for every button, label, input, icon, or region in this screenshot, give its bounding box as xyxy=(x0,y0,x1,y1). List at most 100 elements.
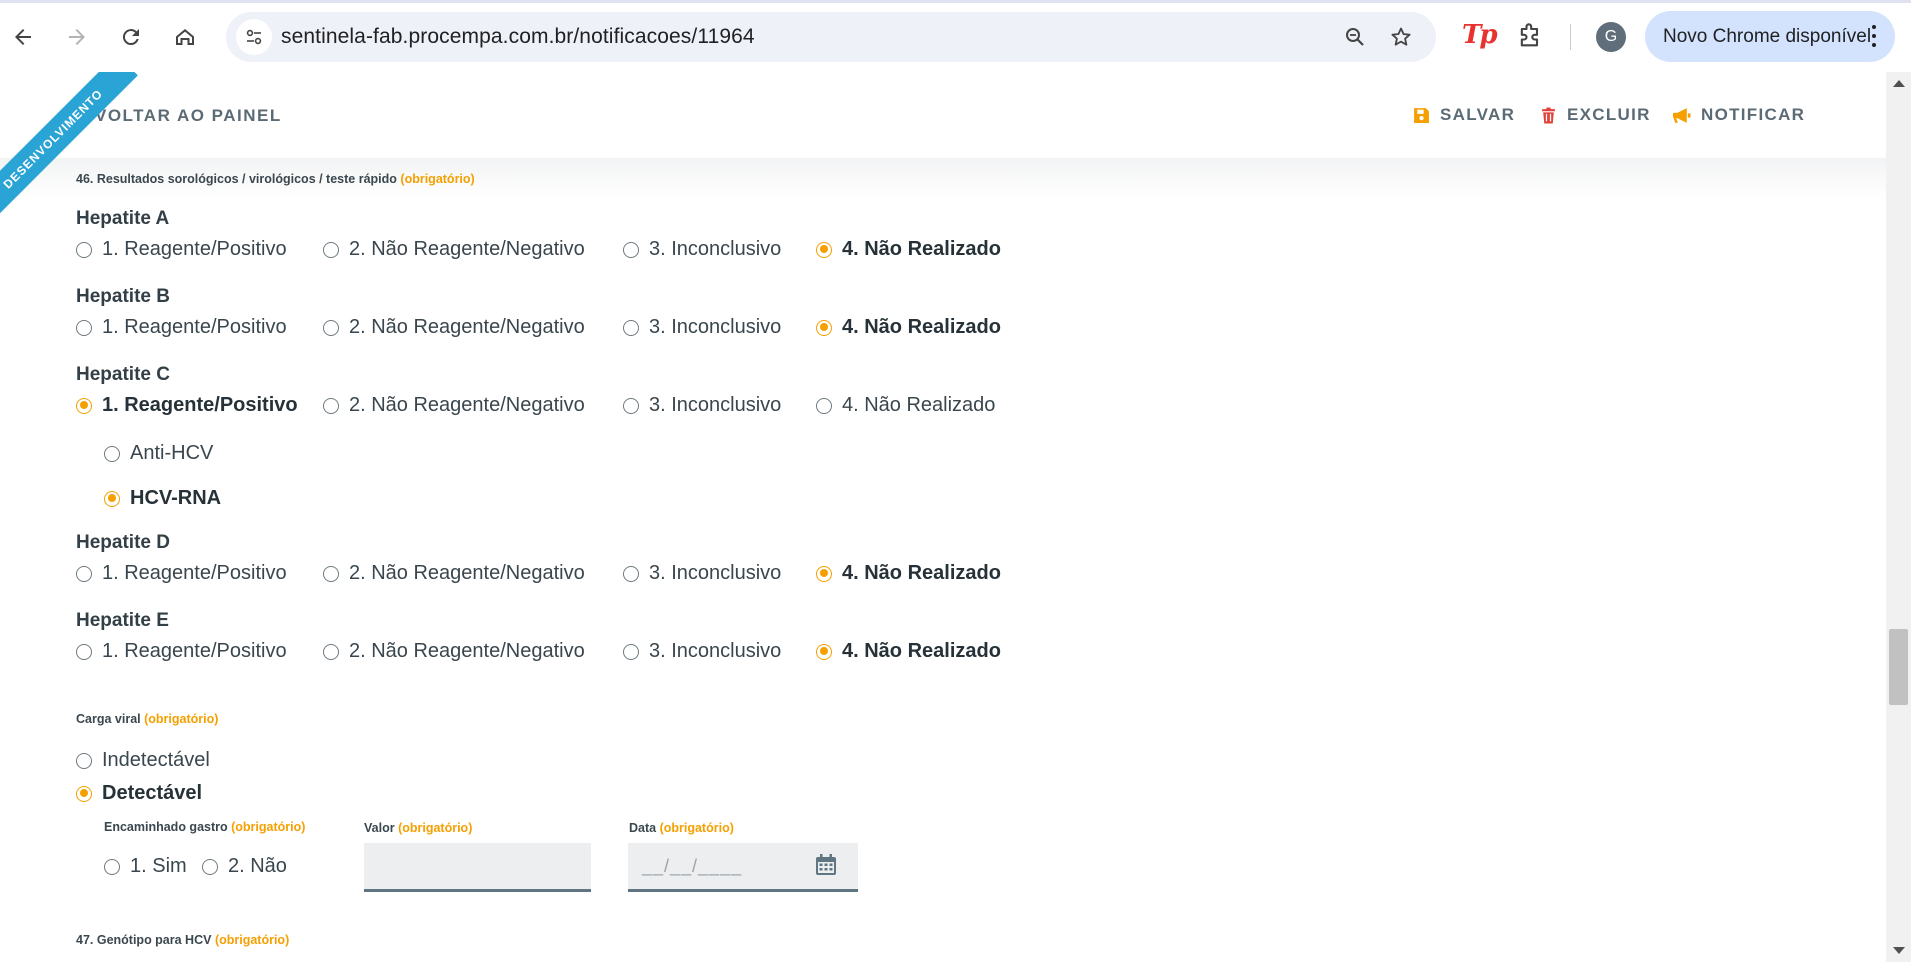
radio-hepatite-a-inconclusivo[interactable]: 3. Inconclusivo xyxy=(623,238,781,261)
radio-circle[interactable] xyxy=(104,490,120,507)
radio-label: 4. Não Realizado xyxy=(842,316,1001,338)
extensions-puzzle-icon[interactable] xyxy=(1516,22,1546,52)
date-label: Data xyxy=(629,821,657,835)
radio-hepatite-e-reagente-positivo[interactable]: 1. Reagente/Positivo xyxy=(76,640,287,663)
radio-label: 3. Inconclusivo xyxy=(649,640,782,662)
radio-circle[interactable] xyxy=(104,858,120,875)
radio-hepatite-a-nao-realizado[interactable]: 4. Não Realizado xyxy=(816,238,1001,261)
radio-label: 1. Reagente/Positivo xyxy=(102,562,287,584)
radio-circle[interactable] xyxy=(323,565,339,582)
profile-avatar[interactable]: G xyxy=(1596,22,1626,52)
save-button[interactable]: SALVAR xyxy=(1413,105,1515,125)
radio-circle[interactable] xyxy=(623,319,639,336)
bookmark-star-icon[interactable] xyxy=(1386,22,1416,52)
required-tag: (obrigatório) xyxy=(144,712,219,726)
zoom-icon[interactable] xyxy=(1340,22,1370,52)
radio-circle[interactable] xyxy=(323,643,339,660)
radio-circle[interactable] xyxy=(323,319,339,336)
scrollbar-thumb[interactable] xyxy=(1889,629,1908,705)
radio-circle[interactable] xyxy=(323,241,339,258)
radio-label: 2. Não Reagente/Negativo xyxy=(349,562,585,584)
radio-label: Indetectável xyxy=(102,749,210,771)
radio-label: 1. Reagente/Positivo xyxy=(102,394,298,416)
radio-label: 3. Inconclusivo xyxy=(649,316,782,338)
radio-circle[interactable] xyxy=(623,397,639,414)
url-text[interactable]: sentinela-fab.procempa.com.br/notificaco… xyxy=(281,25,755,49)
browser-toolbar: sentinela-fab.procempa.com.br/notificaco… xyxy=(0,0,1911,73)
radio-circle[interactable] xyxy=(623,565,639,582)
radio-gastro-nao[interactable]: 2. Não xyxy=(202,855,287,878)
forward-arrow-icon[interactable] xyxy=(58,18,96,56)
radio-label: 1. Reagente/Positivo xyxy=(102,640,287,662)
radio-circle[interactable] xyxy=(76,241,92,258)
radio-circle[interactable] xyxy=(76,785,92,802)
viral-load-title: Carga viral (obrigatório) xyxy=(76,712,218,726)
radio-hepatite-b-reagente-positivo[interactable]: 1. Reagente/Positivo xyxy=(76,316,287,339)
radio-circle[interactable] xyxy=(816,397,832,414)
megaphone-icon xyxy=(1673,107,1691,123)
radio-indetectavel[interactable]: Indetectável xyxy=(76,749,210,772)
radio-hepatite-b-inconclusivo[interactable]: 3. Inconclusivo xyxy=(623,316,781,339)
value-input[interactable] xyxy=(364,843,591,892)
radio-hcv-rna[interactable]: HCV-RNA xyxy=(104,487,221,510)
radio-circle[interactable] xyxy=(76,752,92,769)
notification-page: VOLTAR AO PAINEL SALVAR EXCLUIR NOTIFICA… xyxy=(0,72,1886,962)
delete-button[interactable]: EXCLUIR xyxy=(1540,105,1651,125)
radio-hepatite-d-nao-reagente-negativo[interactable]: 2. Não Reagente/Negativo xyxy=(323,562,585,585)
save-label: SALVAR xyxy=(1440,105,1516,124)
radio-label: 2. Não Reagente/Negativo xyxy=(349,640,585,662)
radio-circle[interactable] xyxy=(623,643,639,660)
radio-gastro-sim[interactable]: 1. Sim xyxy=(104,855,187,878)
radio-circle[interactable] xyxy=(623,241,639,258)
radio-label: 2. Não Reagente/Negativo xyxy=(349,238,585,260)
back-to-panel-link[interactable]: VOLTAR AO PAINEL xyxy=(95,106,282,126)
radio-circle[interactable] xyxy=(816,241,832,258)
radio-hepatite-e-inconclusivo[interactable]: 3. Inconclusivo xyxy=(623,640,781,663)
radio-circle[interactable] xyxy=(76,643,92,660)
radio-circle[interactable] xyxy=(323,397,339,414)
radio-circle[interactable] xyxy=(816,643,832,660)
radio-hepatite-c-nao-reagente-negativo[interactable]: 2. Não Reagente/Negativo xyxy=(323,394,585,417)
chrome-update-button[interactable]: Novo Chrome disponível xyxy=(1645,11,1895,62)
radio-label: 3. Inconclusivo xyxy=(649,562,782,584)
scroll-up-arrow-icon[interactable] xyxy=(1893,80,1905,87)
radio-label: Detectável xyxy=(102,782,203,804)
address-bar[interactable]: sentinela-fab.procempa.com.br/notificaco… xyxy=(226,12,1436,62)
more-menu-icon[interactable] xyxy=(1871,25,1877,49)
radio-circle[interactable] xyxy=(76,397,92,414)
radio-hepatite-e-nao-reagente-negativo[interactable]: 2. Não Reagente/Negativo xyxy=(323,640,585,663)
radio-hepatite-c-inconclusivo[interactable]: 3. Inconclusivo xyxy=(623,394,781,417)
site-settings-icon[interactable] xyxy=(236,19,272,55)
radio-circle[interactable] xyxy=(76,319,92,336)
radio-hepatite-c-reagente-positivo[interactable]: 1. Reagente/Positivo xyxy=(76,394,298,417)
radio-hepatite-a-reagente-positivo[interactable]: 1. Reagente/Positivo xyxy=(76,238,287,261)
radio-label: 1. Reagente/Positivo xyxy=(102,238,287,260)
tp-extension-icon[interactable]: Tp xyxy=(1462,20,1498,50)
radio-label: 2. Não xyxy=(228,855,287,877)
radio-circle[interactable] xyxy=(202,858,218,875)
radio-circle[interactable] xyxy=(816,319,832,336)
notify-button[interactable]: NOTIFICAR xyxy=(1672,105,1805,125)
home-icon[interactable] xyxy=(166,18,204,56)
radio-hepatite-a-nao-reagente-negativo[interactable]: 2. Não Reagente/Negativo xyxy=(323,238,585,261)
radio-hepatite-c-nao-realizado[interactable]: 4. Não Realizado xyxy=(816,394,995,417)
reload-icon[interactable] xyxy=(112,18,150,56)
radio-hepatite-b-nao-realizado[interactable]: 4. Não Realizado xyxy=(816,316,1001,339)
date-input[interactable]: __/__/____ xyxy=(628,843,858,892)
radio-circle[interactable] xyxy=(104,445,120,462)
calendar-icon[interactable] xyxy=(814,853,838,877)
radio-hepatite-b-nao-reagente-negativo[interactable]: 2. Não Reagente/Negativo xyxy=(323,316,585,339)
radio-hepatite-d-reagente-positivo[interactable]: 1. Reagente/Positivo xyxy=(76,562,287,585)
radio-detectavel[interactable]: Detectável xyxy=(76,782,202,805)
page-scrollbar[interactable] xyxy=(1886,72,1911,962)
radio-hepatite-d-nao-realizado[interactable]: 4. Não Realizado xyxy=(816,562,1001,585)
radio-circle[interactable] xyxy=(816,565,832,582)
required-tag: (obrigatório) xyxy=(400,172,475,186)
radio-anti-hcv[interactable]: Anti-HCV xyxy=(104,442,213,465)
radio-circle[interactable] xyxy=(76,565,92,582)
radio-hepatite-e-nao-realizado[interactable]: 4. Não Realizado xyxy=(816,640,1001,663)
scroll-down-arrow-icon[interactable] xyxy=(1893,947,1905,954)
radio-label: 2. Não Reagente/Negativo xyxy=(349,316,585,338)
back-arrow-icon[interactable] xyxy=(4,18,42,56)
radio-hepatite-d-inconclusivo[interactable]: 3. Inconclusivo xyxy=(623,562,781,585)
